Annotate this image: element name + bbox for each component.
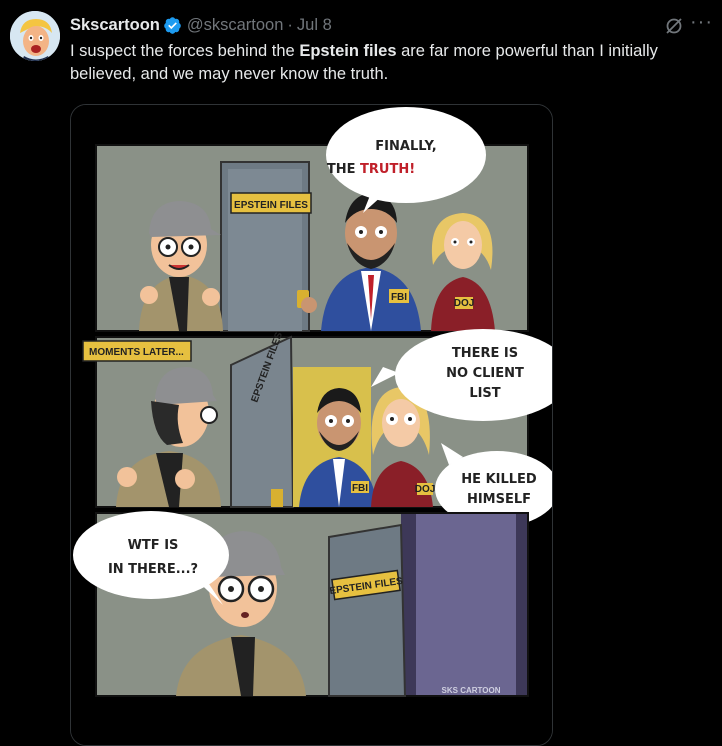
bubble-2-line-1: THERE IS bbox=[452, 346, 518, 361]
grok-icon[interactable] bbox=[664, 16, 684, 36]
tweet-media[interactable]: EPSTEIN FILES FBI DOJ FINALLY, THE TRUTH… bbox=[70, 104, 553, 746]
more-icon[interactable]: ··· bbox=[690, 12, 716, 34]
tweet-text: I suspect the forces behind the Epstein … bbox=[70, 42, 658, 83]
watermark: SKS CARTOON bbox=[442, 686, 501, 695]
tweet-header: Skscartoon @skscartoon · Jul 8 bbox=[70, 13, 332, 37]
bubble-2-line-2: NO CLIENT bbox=[446, 366, 524, 381]
svg-text:THE TRUTH!: THE TRUTH! bbox=[327, 162, 415, 177]
author-handle[interactable]: @skscartoon bbox=[187, 16, 284, 35]
avatar[interactable] bbox=[10, 11, 60, 61]
bubble-4-line-2: IN THERE...? bbox=[108, 562, 198, 577]
badge-doj-2: DOJ bbox=[415, 484, 436, 495]
tweet-date[interactable]: Jul 8 bbox=[297, 16, 332, 35]
comic-panel-2: MOMENTS LATER... EPSTEIN FILES FBI DOJ T… bbox=[82, 329, 552, 527]
badge-doj-1: DOJ bbox=[454, 298, 475, 309]
bubble-3-line-2: HIMSELF bbox=[467, 492, 531, 507]
separator: · bbox=[287, 15, 293, 34]
badge-fbi-1: FBI bbox=[391, 292, 407, 303]
comic-image: EPSTEIN FILES FBI DOJ FINALLY, THE TRUTH… bbox=[71, 105, 552, 745]
author-name[interactable]: Skscartoon bbox=[70, 16, 160, 35]
door-sign-1: EPSTEIN FILES bbox=[234, 200, 308, 211]
badge-fbi-2: FBI bbox=[352, 483, 368, 494]
caption-moments-later: MOMENTS LATER... bbox=[89, 347, 184, 358]
verified-badge-icon bbox=[164, 16, 181, 34]
bubble-4-line-1: WTF IS bbox=[128, 538, 179, 553]
bubble-2-line-3: LIST bbox=[469, 386, 500, 401]
tweet-bold-text: Epstein files bbox=[299, 42, 397, 60]
bubble-1-line-1: FINALLY, bbox=[375, 139, 436, 154]
comic-panel-3: EPSTEIN FILES WTF IS IN THERE...? SKS CA… bbox=[73, 511, 529, 697]
bubble-3-line-1: HE KILLED bbox=[461, 472, 537, 487]
